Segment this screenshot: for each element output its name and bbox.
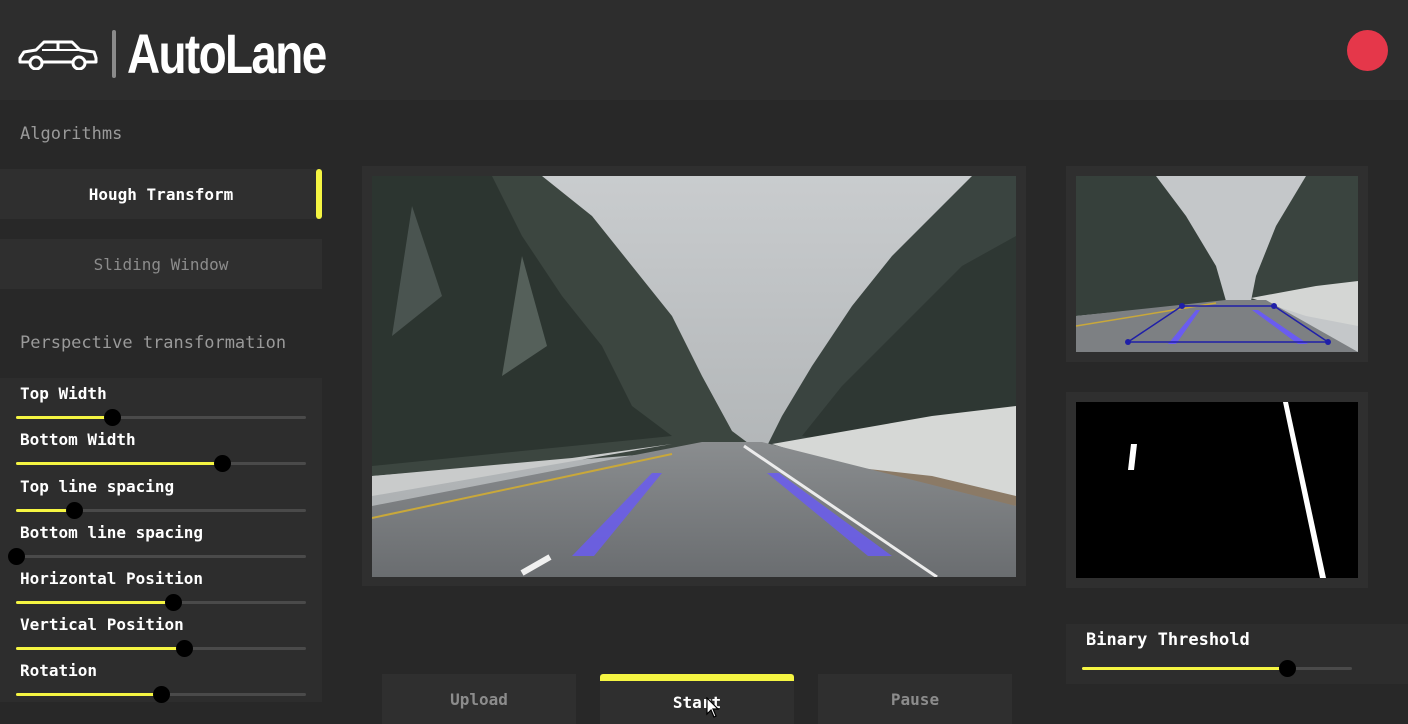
- binary-preview-panel: [1066, 392, 1368, 588]
- pause-button[interactable]: Pause: [818, 674, 1012, 724]
- slider-label: Bottom line spacing: [20, 523, 204, 542]
- perspective-title: Perspective transformation: [20, 333, 287, 353]
- logo-divider: [112, 30, 116, 78]
- slider-track[interactable]: [16, 455, 306, 472]
- binary-preview: [1076, 402, 1358, 578]
- slider-fill: [16, 693, 161, 696]
- car-icon: [18, 40, 98, 70]
- slider-fill: [16, 647, 185, 650]
- slider-label: Vertical Position: [20, 615, 184, 634]
- vertical-position-slider: Vertical Position: [0, 611, 322, 657]
- slider-thumb[interactable]: [66, 502, 83, 519]
- slider-label: Rotation: [20, 661, 98, 680]
- slider-thumb[interactable]: [1279, 660, 1297, 677]
- slider-track[interactable]: [16, 686, 306, 703]
- slider-track[interactable]: [16, 502, 306, 519]
- slider-fill: [16, 601, 173, 604]
- slider-label: Top line spacing: [20, 477, 175, 496]
- app-header: AutoLane: [0, 0, 1408, 100]
- road-video: [372, 176, 1016, 577]
- slider-thumb[interactable]: [153, 686, 170, 703]
- start-button[interactable]: Start: [600, 674, 794, 724]
- perspective-sliders-panel: Top Width Bottom Width Top line spacing …: [0, 378, 322, 703]
- slider-label: Horizontal Position: [20, 569, 204, 588]
- top-width-slider: Top Width: [0, 380, 322, 426]
- app-title: AutoLane: [127, 22, 327, 85]
- record-indicator[interactable]: [1347, 30, 1388, 71]
- upload-label: Upload: [450, 689, 508, 709]
- pause-label: Pause: [890, 689, 940, 709]
- slider-label: Top Width: [20, 384, 107, 403]
- slider-thumb[interactable]: [213, 455, 231, 472]
- slider-thumb[interactable]: [103, 409, 121, 426]
- slider-thumb[interactable]: [164, 594, 182, 611]
- slider-track[interactable]: [16, 594, 306, 611]
- slider-track[interactable]: [8, 548, 306, 565]
- top-line-spacing-slider: Top line spacing: [0, 473, 322, 519]
- slider-track[interactable]: [16, 409, 306, 426]
- video-frame: [362, 166, 1026, 586]
- mouse-cursor-icon: [706, 697, 720, 718]
- sliding-window-button[interactable]: Sliding Window: [0, 239, 322, 289]
- slider-label: Bottom Width: [20, 430, 136, 449]
- bottom-line-spacing-slider: Bottom line spacing: [0, 519, 322, 565]
- slider-thumb[interactable]: [176, 640, 194, 657]
- binary-threshold-panel: Binary Threshold: [1066, 624, 1408, 684]
- slider-thumb[interactable]: [8, 548, 25, 565]
- slider-fill: [16, 462, 222, 465]
- upload-button[interactable]: Upload: [382, 674, 576, 724]
- algorithms-title: Algorithms: [20, 124, 123, 144]
- active-indicator: [316, 169, 322, 219]
- perspective-preview: [1076, 176, 1358, 352]
- sliding-window-label: Sliding Window: [93, 254, 229, 274]
- bottom-width-slider: Bottom Width: [0, 426, 322, 472]
- binary-threshold-track[interactable]: [1082, 660, 1352, 677]
- perspective-preview-panel: [1066, 166, 1368, 362]
- slider-fill: [1082, 667, 1288, 670]
- slider-fill: [16, 416, 112, 419]
- hough-transform-button[interactable]: Hough Transform: [0, 169, 322, 219]
- active-indicator: [600, 674, 794, 681]
- horizontal-position-slider: Horizontal Position: [0, 565, 322, 611]
- rotation-slider: Rotation: [0, 657, 322, 703]
- slider-track[interactable]: [16, 640, 306, 657]
- binary-threshold-label: Binary Threshold: [1086, 630, 1250, 650]
- hough-transform-label: Hough Transform: [88, 184, 234, 204]
